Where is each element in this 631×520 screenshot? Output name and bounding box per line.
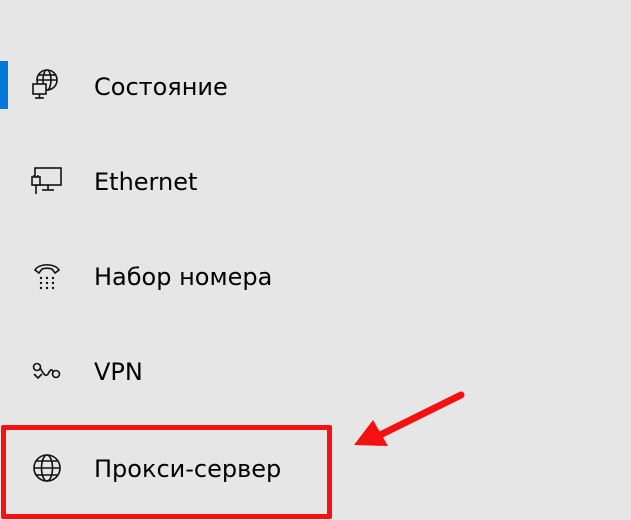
selected-indicator <box>0 61 8 109</box>
nav-item-proxy[interactable]: Прокси-сервер <box>0 440 631 520</box>
nav-item-dialup[interactable]: Набор номера <box>0 250 631 330</box>
globe-icon <box>30 451 64 485</box>
nav-item-label: VPN <box>94 358 143 386</box>
nav-item-status[interactable]: Состояние <box>0 60 631 140</box>
nav-item-label: Состояние <box>94 73 228 101</box>
nav-item-label: Ethernet <box>94 168 198 196</box>
nav-item-label: Прокси-сервер <box>94 455 282 483</box>
network-settings-nav: Состояние Ethernet Набор номера VPN Прок… <box>0 0 631 520</box>
nav-item-label: Набор номера <box>94 263 273 291</box>
dialup-phone-icon <box>30 259 64 293</box>
vpn-icon <box>30 356 64 390</box>
ethernet-monitor-icon <box>30 163 64 197</box>
nav-item-ethernet[interactable]: Ethernet <box>0 155 631 235</box>
globe-monitor-icon <box>30 67 64 101</box>
nav-item-vpn[interactable]: VPN <box>0 345 631 425</box>
